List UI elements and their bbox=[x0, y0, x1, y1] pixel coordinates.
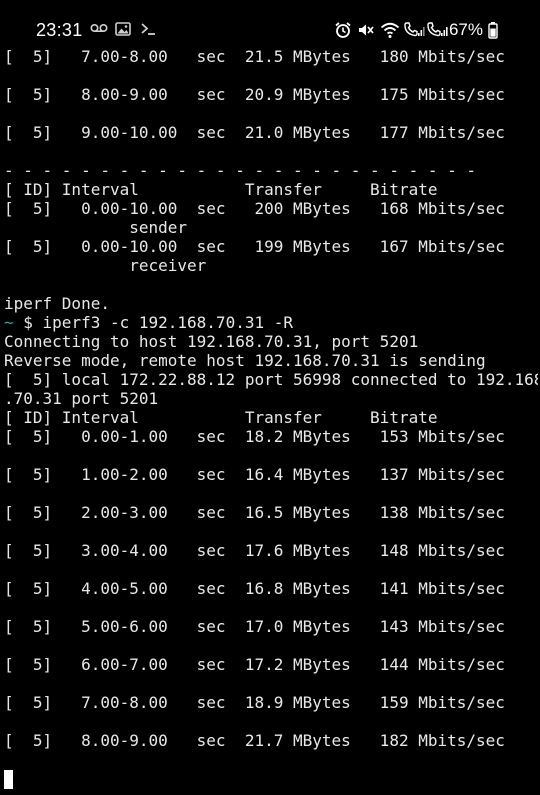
terminal-line: [ 5] 0.00-10.00 sec 199 MBytes 167 Mbits… bbox=[4, 237, 505, 256]
terminal-line: Connecting to host 192.168.70.31, port 5… bbox=[4, 332, 419, 351]
terminal-line: [ 5] 3.00-4.00 sec 17.6 MBytes 148 Mbits… bbox=[4, 541, 505, 560]
wifi-icon bbox=[380, 21, 400, 39]
system-icons: 67% bbox=[334, 20, 506, 40]
status-bar: 23:31 67% bbox=[0, 0, 540, 44]
battery-icon bbox=[488, 21, 506, 39]
terminal-line: [ 5] 0.00-1.00 sec 18.2 MBytes 153 Mbits… bbox=[4, 427, 505, 446]
notification-icons bbox=[90, 22, 158, 40]
terminal-line: [ ID] Interval Transfer Bitrate bbox=[4, 408, 438, 427]
prompt-tilde: ~ bbox=[4, 313, 14, 332]
terminal-line: receiver bbox=[4, 256, 207, 275]
voicemail-icon bbox=[90, 22, 108, 40]
terminal-line: [ 5] 5.00-6.00 sec 17.0 MBytes 143 Mbits… bbox=[4, 617, 505, 636]
terminal-line: iperf Done. bbox=[4, 294, 110, 313]
terminal-line: [ 5] 7.00-8.00 sec 18.9 MBytes 159 Mbits… bbox=[4, 693, 505, 712]
terminal-line: Reverse mode, remote host 192.168.70.31 … bbox=[4, 351, 486, 370]
alarm-icon bbox=[334, 21, 352, 39]
terminal-line: ~ $ iperf3 -c 192.168.70.31 -R bbox=[4, 313, 293, 332]
terminal-line: [ 5] 9.00-10.00 sec 21.0 MBytes 177 Mbit… bbox=[4, 123, 505, 142]
terminal-line: [ 5] local 172.22.88.12 port 56998 conne… bbox=[4, 370, 538, 389]
terminal-line: [ 5] 4.00-5.00 sec 16.8 MBytes 141 Mbits… bbox=[4, 579, 505, 598]
terminal-line: [ 5] 6.00-7.00 sec 17.2 MBytes 144 Mbits… bbox=[4, 655, 505, 674]
call-signal-2-icon bbox=[426, 21, 448, 39]
terminal-line: [ 5] 8.00-9.00 sec 21.7 MBytes 182 Mbits… bbox=[4, 731, 505, 750]
call-signal-1-icon bbox=[403, 21, 425, 39]
image-icon bbox=[115, 22, 133, 40]
terminal-line: - - - - - - - - - - - - - - - - - - - - … bbox=[4, 161, 477, 180]
terminal-line: sender bbox=[4, 218, 188, 237]
clock: 23:31 bbox=[36, 20, 83, 40]
terminal-icon bbox=[140, 22, 158, 40]
terminal-line: [ ID] Interval Transfer Bitrate bbox=[4, 180, 438, 199]
terminal-output[interactable]: [ 5] 7.00-8.00 sec 21.5 MBytes 180 Mbits… bbox=[4, 47, 538, 792]
terminal-cursor[interactable] bbox=[4, 770, 13, 789]
terminal-line: [ 5] 7.00-8.00 sec 21.5 MBytes 180 Mbits… bbox=[4, 47, 505, 66]
terminal-line: [ 5] 8.00-9.00 sec 20.9 MBytes 175 Mbits… bbox=[4, 85, 505, 104]
terminal-line: [ 5] 0.00-10.00 sec 200 MBytes 168 Mbits… bbox=[4, 199, 505, 218]
battery-percent: 67% bbox=[448, 20, 483, 39]
mute-icon bbox=[357, 21, 375, 39]
terminal-line: .70.31 port 5201 bbox=[4, 389, 159, 408]
terminal-line: [ 5] 2.00-3.00 sec 16.5 MBytes 138 Mbits… bbox=[4, 503, 505, 522]
terminal-line: [ 5] 1.00-2.00 sec 16.4 MBytes 137 Mbits… bbox=[4, 465, 505, 484]
